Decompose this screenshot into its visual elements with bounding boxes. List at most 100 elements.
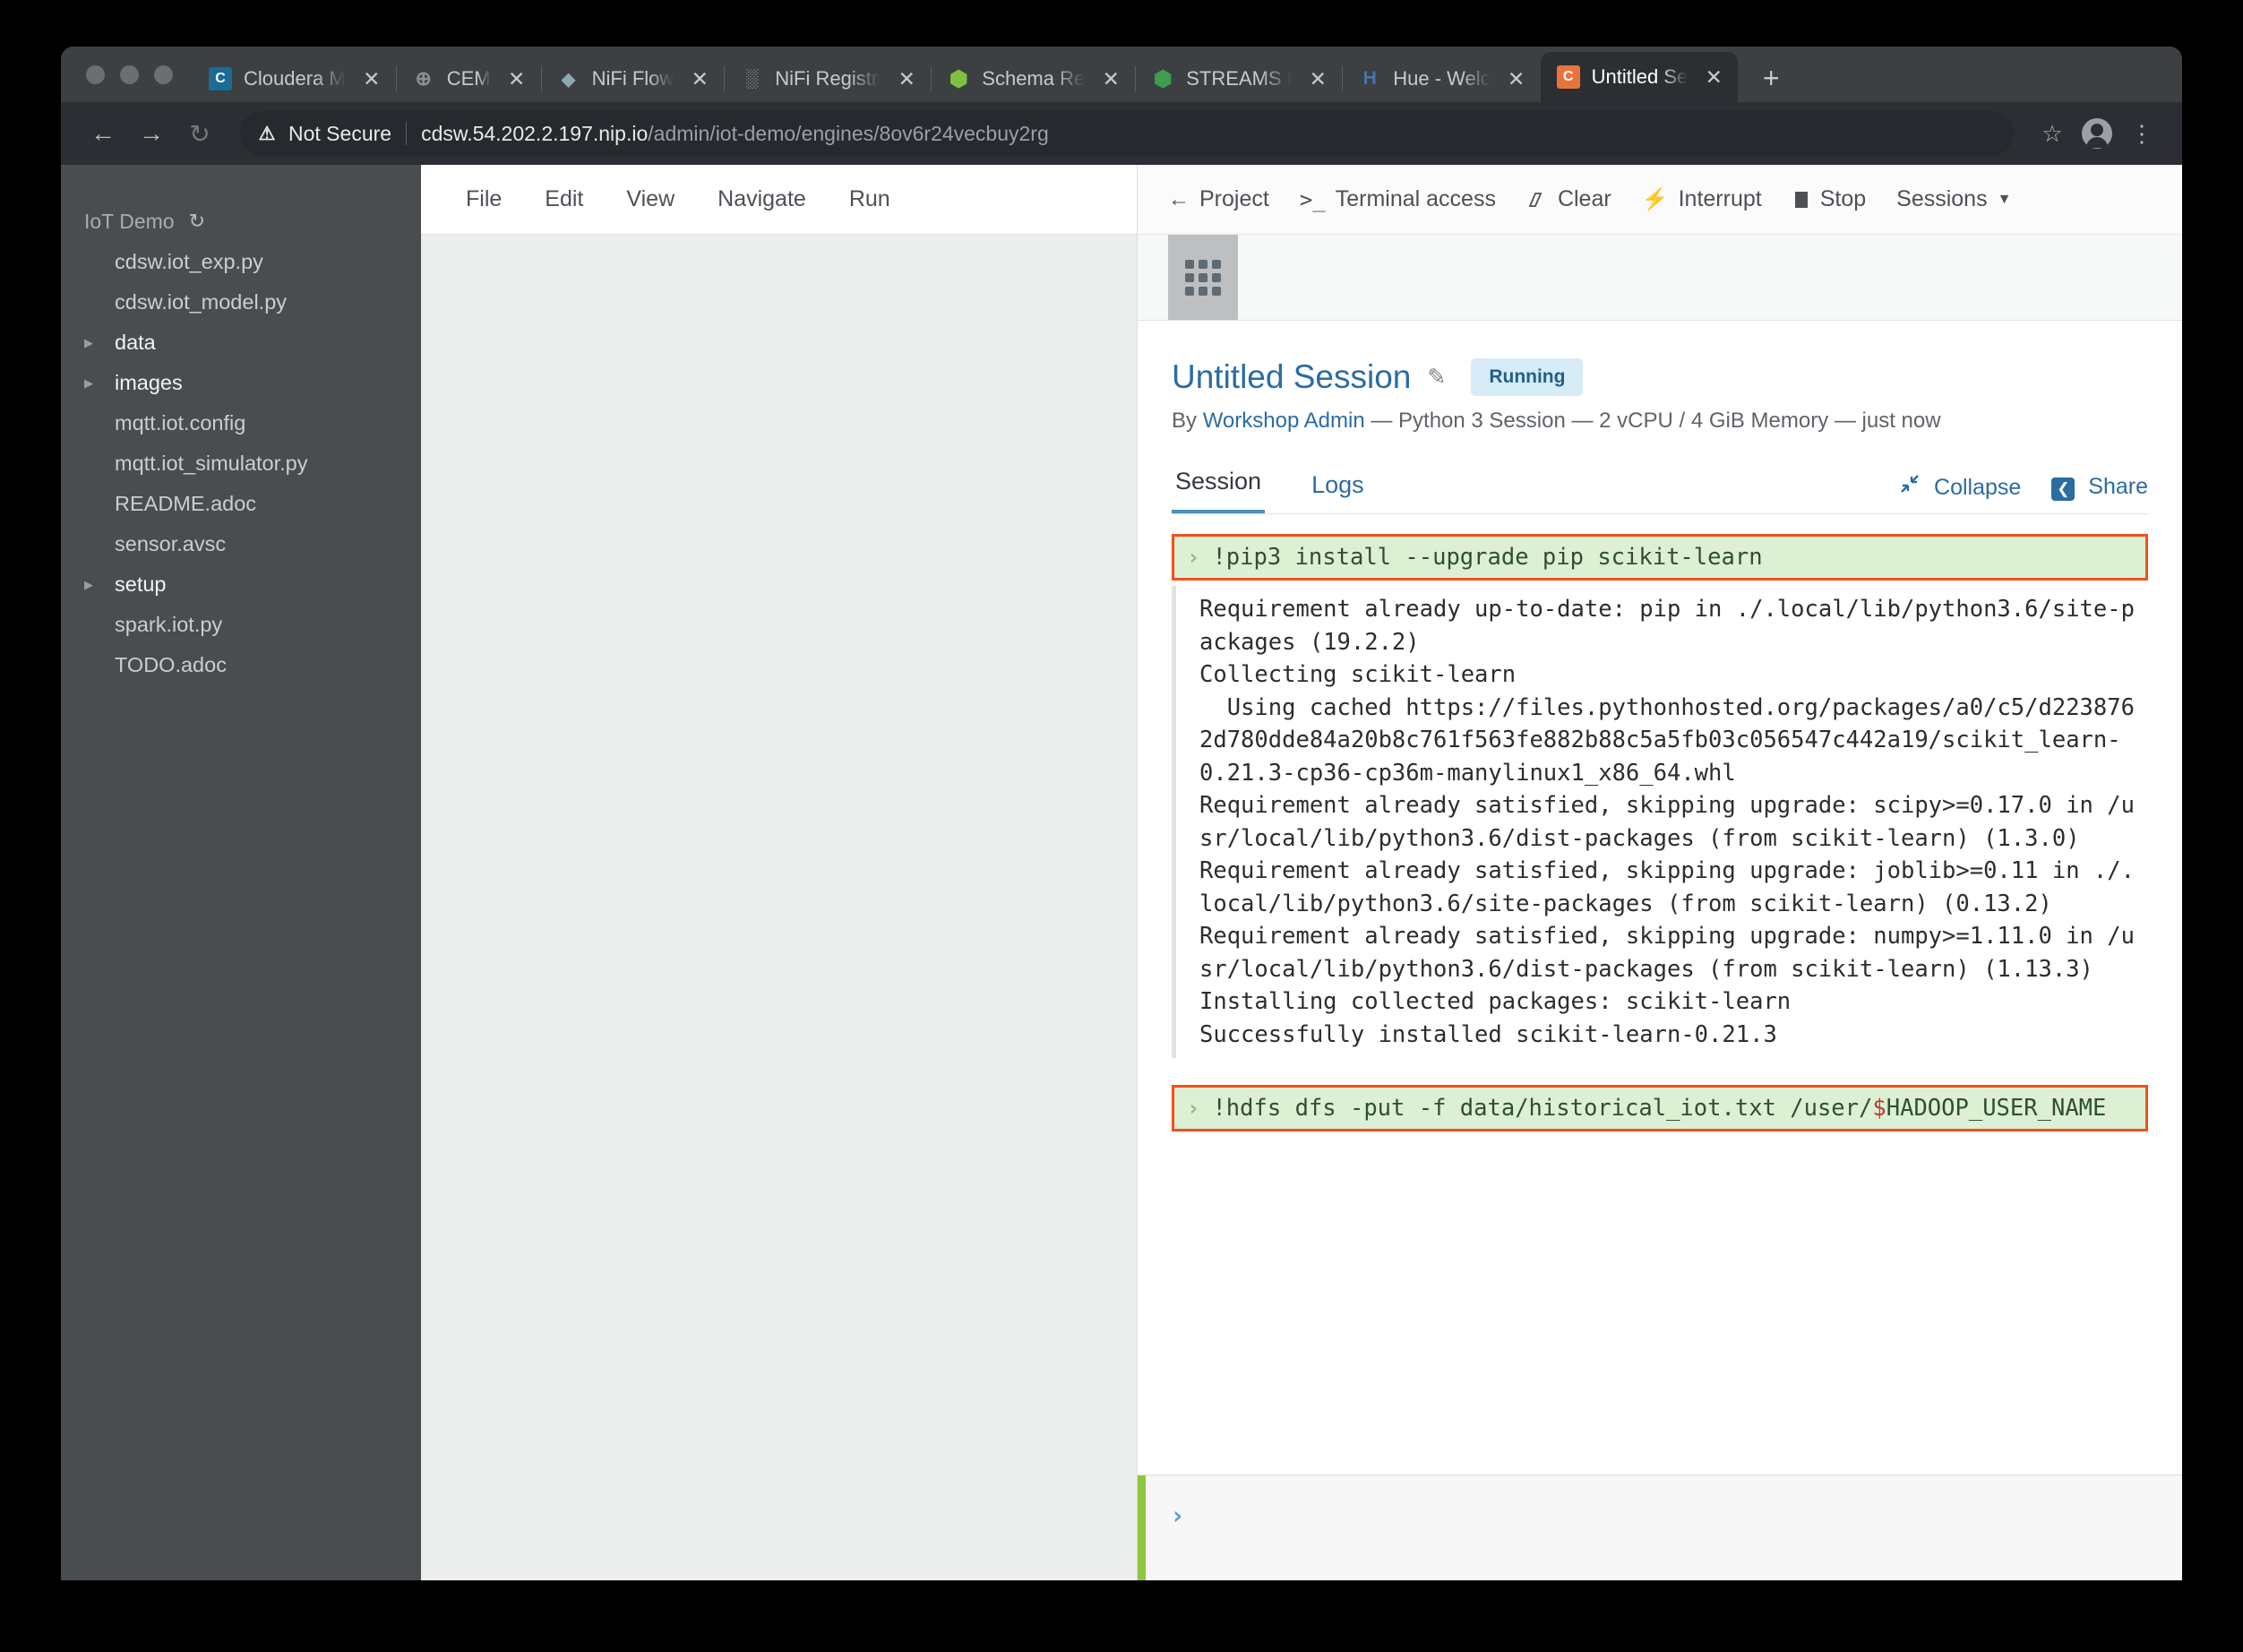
console-input-cell[interactable]: › !pip3 install --upgrade pip scikit-lea…: [1172, 534, 2148, 581]
browser-tab-nifi-registry[interactable]: ░ NiFi Registry ✕: [724, 56, 931, 102]
browser-menu-icon[interactable]: ⋮: [2121, 113, 2162, 154]
close-icon[interactable]: ✕: [1302, 64, 1333, 94]
close-icon[interactable]: ✕: [1698, 62, 1729, 92]
chevron-right-icon[interactable]: ▶: [84, 377, 102, 389]
refresh-icon[interactable]: ↻: [189, 210, 205, 233]
sidebar-item-images[interactable]: ▶ images: [61, 363, 421, 403]
share-button[interactable]: ❮ Share: [2051, 474, 2148, 501]
sessions-dropdown[interactable]: Sessions ▼: [1896, 186, 2011, 212]
interrupt-button[interactable]: ⚡ Interrupt: [1642, 186, 1762, 212]
url-path: /admin/iot-demo/engines/8ov6r24vecbuy2rg: [648, 121, 1049, 145]
collapse-button[interactable]: Collapse: [1899, 473, 2021, 501]
browser-tab-untitled-session[interactable]: C Untitled Se ✕: [1540, 52, 1739, 102]
console-prompt-area[interactable]: ›: [1138, 1475, 2182, 1580]
minimize-window-button[interactable]: [120, 65, 139, 84]
folder-label: setup: [115, 572, 167, 596]
file-label: cdsw.iot_model.py: [115, 290, 288, 314]
menu-file[interactable]: File: [450, 179, 518, 219]
close-icon[interactable]: ✕: [1501, 64, 1532, 94]
address-bar[interactable]: ⚠ Not Secure cdsw.54.202.2.197.nip.io /a…: [240, 111, 2014, 156]
profile-avatar[interactable]: [2076, 113, 2118, 154]
not-secure-warning-icon[interactable]: ⚠: [256, 123, 278, 144]
tab-strip: C Cloudera M ✕ ⊕ CEM ✕ ◆ NiFi Flow ✕ ░ N…: [61, 47, 2182, 102]
editor-empty-area[interactable]: [421, 235, 1137, 1580]
console-input-code: !pip3 install --upgrade pip scikit-learn: [1212, 544, 1763, 571]
bookmark-star-icon[interactable]: ☆: [2032, 113, 2073, 154]
sidebar-item-spark-iot[interactable]: ▶spark.iot.py: [61, 605, 421, 645]
prompt-chevron-icon: ›: [1187, 545, 1200, 570]
sidebar-item-setup[interactable]: ▶ setup: [61, 564, 421, 605]
stop-button[interactable]: Stop: [1792, 186, 1866, 212]
tab-session[interactable]: Session: [1172, 460, 1266, 513]
sidebar-item-mqtt-iot-simulator[interactable]: ▶mqtt.iot_simulator.py: [61, 443, 421, 484]
tab-label: Untitled Se: [1591, 65, 1689, 88]
sidebar-item-data[interactable]: ▶ data: [61, 323, 421, 363]
browser-toolbar: ← → ↻ ⚠ Not Secure cdsw.54.202.2.197.nip…: [61, 102, 2182, 165]
schema-registry-icon: ⬢: [949, 67, 968, 90]
security-status-label: Not Secure: [288, 121, 392, 145]
project-name: IoT Demo: [84, 209, 175, 233]
browser-tab-cloudera-manager[interactable]: C Cloudera M ✕: [193, 56, 396, 102]
browser-tab-schema-registry[interactable]: ⬢ Schema Re ✕: [931, 56, 1135, 102]
cloudera-icon: C: [209, 67, 232, 90]
project-header: IoT Demo ↻: [61, 201, 421, 242]
tab-logs[interactable]: Logs: [1308, 464, 1368, 513]
menu-edit[interactable]: Edit: [529, 179, 599, 219]
sidebar-item-mqtt-iot-config[interactable]: ▶mqtt.iot.config: [61, 403, 421, 443]
browser-tab-hue[interactable]: H Hue - Welc ✕: [1342, 56, 1540, 102]
back-icon[interactable]: ←: [81, 111, 125, 156]
session-title-row: Untitled Session ✎ Running: [1172, 358, 2148, 396]
session-title[interactable]: Untitled Session: [1172, 358, 1411, 396]
session-output-stream: › !pip3 install --upgrade pip scikit-lea…: [1138, 514, 2182, 1475]
share-icon: ❮: [2051, 477, 2075, 501]
browser-tab-cem[interactable]: ⊕ CEM ✕: [395, 56, 541, 102]
sidebar-item-cdsw-iot-model[interactable]: ▶cdsw.iot_model.py: [61, 282, 421, 323]
chevron-right-icon[interactable]: ▶: [84, 579, 102, 590]
console-input-cell[interactable]: › !hdfs dfs -put -f data/historical_iot.…: [1172, 1085, 2148, 1131]
status-badge: Running: [1471, 358, 1584, 396]
tab-label: Cloudera M: [244, 67, 346, 90]
divider: [406, 122, 408, 145]
menu-run[interactable]: Run: [833, 179, 907, 219]
close-icon[interactable]: ✕: [1096, 64, 1126, 94]
project-button[interactable]: ← Project: [1168, 186, 1269, 212]
grid-apps-icon[interactable]: [1168, 235, 1238, 320]
session-subtabs: Session Logs Collapse ❮ Share: [1172, 460, 2148, 514]
chevron-right-icon[interactable]: ▶: [84, 337, 102, 348]
edit-pencil-icon[interactable]: ✎: [1427, 364, 1446, 391]
close-window-button[interactable]: [86, 65, 105, 84]
menu-view[interactable]: View: [610, 179, 691, 219]
running-indicator-bar: [1138, 1476, 1146, 1580]
browser-window: C Cloudera M ✕ ⊕ CEM ✕ ◆ NiFi Flow ✕ ░ N…: [61, 47, 2182, 1580]
maximize-window-button[interactable]: [154, 65, 173, 84]
button-label: Interrupt: [1678, 186, 1762, 211]
reload-icon[interactable]: ↻: [177, 111, 222, 156]
button-label: Sessions: [1896, 186, 1988, 211]
menu-navigate[interactable]: Navigate: [701, 179, 822, 219]
back-arrow-icon: ←: [1168, 186, 1190, 211]
browser-tab-nifi-flow[interactable]: ◆ NiFi Flow ✕: [540, 56, 725, 102]
sidebar-item-cdsw-iot-exp[interactable]: ▶cdsw.iot_exp.py: [61, 242, 421, 282]
sidebar-item-sensor-avsc[interactable]: ▶sensor.avsc: [61, 524, 421, 564]
sidebar-item-readme[interactable]: ▶README.adoc: [61, 484, 421, 524]
close-icon[interactable]: ✕: [502, 64, 532, 94]
forward-icon[interactable]: →: [129, 111, 174, 156]
new-tab-button[interactable]: +: [1750, 57, 1792, 99]
sidebar-item-todo[interactable]: ▶TODO.adoc: [61, 645, 421, 685]
close-icon[interactable]: ✕: [357, 64, 387, 94]
tab-label: Schema Re: [982, 67, 1086, 90]
terminal-access-button[interactable]: >_ Terminal access: [1300, 186, 1496, 212]
session-author-link[interactable]: Workshop Admin: [1203, 409, 1365, 433]
close-icon[interactable]: ✕: [684, 64, 715, 94]
browser-tab-streams-messaging[interactable]: ⬢ STREAMS M ✕: [1135, 56, 1342, 102]
nifi-registry-icon: ░: [745, 68, 759, 89]
clear-button[interactable]: Clear: [1526, 186, 1611, 212]
close-icon[interactable]: ✕: [891, 64, 922, 94]
file-label: README.adoc: [115, 492, 257, 515]
url-host: cdsw.54.202.2.197.nip.io: [421, 121, 649, 145]
console-output-text: Requirement already up-to-date: pip in .…: [1199, 596, 2135, 1048]
button-label: Clear: [1557, 186, 1611, 211]
console-input-code: !hdfs dfs -put -f data/historical_iot.tx…: [1212, 1095, 2107, 1122]
project-file-sidebar: IoT Demo ↻ ▶cdsw.iot_exp.py ▶cdsw.iot_mo…: [61, 165, 421, 1580]
file-label: mqtt.iot.config: [115, 411, 246, 435]
